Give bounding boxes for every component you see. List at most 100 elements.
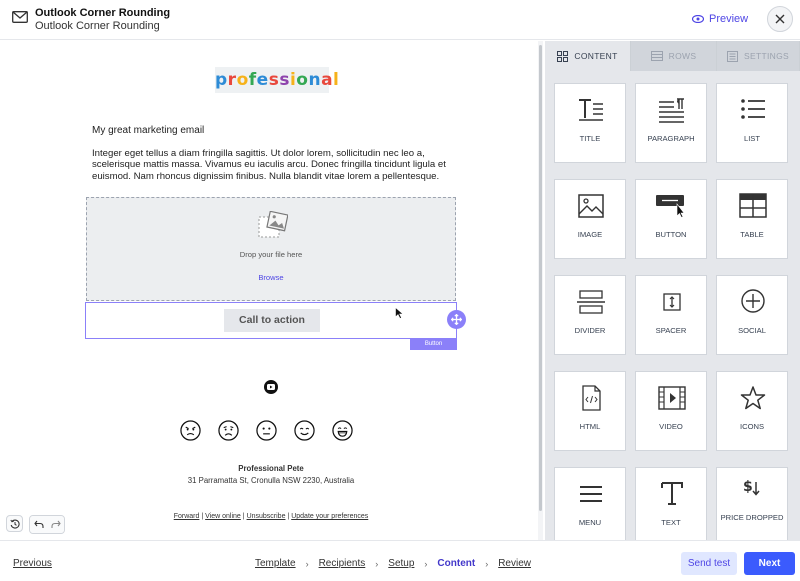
header-bar: Outlook Corner Rounding Outlook Corner R… [0, 0, 800, 40]
scrollbar-thumb[interactable] [539, 45, 542, 511]
settings-icon [727, 50, 739, 62]
tab-content-label: CONTENT [574, 51, 618, 61]
social-icon [741, 289, 765, 313]
tile-label: SPACER [655, 326, 687, 335]
tab-rows-label: ROWS [668, 51, 697, 61]
email-body-text[interactable]: Integer eget tellus a diam fringilla sag… [92, 148, 452, 182]
next-button[interactable]: Next [744, 552, 795, 575]
undo-icon [33, 520, 44, 528]
title-icon [579, 99, 603, 121]
email-heading[interactable]: My great marketing email [92, 125, 204, 136]
feedback-emojis [180, 420, 353, 441]
rows-icon [650, 51, 663, 61]
divider-icon [577, 290, 605, 314]
browse-link[interactable]: Browse [87, 273, 455, 282]
chevron-right-icon: › [424, 558, 428, 569]
text-icon [661, 482, 683, 505]
menu-icon [580, 486, 602, 502]
canvas-scrollbar[interactable] [538, 41, 543, 540]
chevron-right-icon: › [305, 558, 309, 569]
mouse-cursor-icon [395, 307, 404, 319]
step-recipients[interactable]: Recipients [319, 558, 366, 569]
view-online-link[interactable]: View online [205, 513, 241, 520]
move-arrows-icon [451, 314, 462, 325]
close-button[interactable] [767, 6, 793, 32]
history-controls [6, 515, 65, 534]
play-icon [267, 384, 275, 390]
brand-logo[interactable]: professional [215, 67, 339, 93]
email-canvas[interactable]: professional My great marketing email In… [0, 41, 538, 540]
tile-social[interactable]: SOCIAL [716, 275, 788, 355]
video-icon [658, 386, 686, 410]
tile-label: VIDEO [659, 422, 683, 431]
tile-label: BUTTON [655, 230, 687, 239]
tile-label: HTML [579, 422, 601, 431]
step-content[interactable]: Content [437, 558, 475, 569]
tile-divider[interactable]: DIVIDER [554, 275, 626, 355]
grid-icon [557, 50, 569, 62]
tile-label: PRICE DROPPED [720, 513, 784, 522]
tab-settings[interactable]: SETTINGS [717, 41, 800, 71]
signature-address: 31 Parramatta St, Cronulla NSW 2230, Aus… [187, 476, 355, 485]
update-preferences-link[interactable]: Update your preferences [291, 513, 368, 520]
tile-icons[interactable]: ICONS [716, 371, 788, 451]
tile-table[interactable]: TABLE [716, 179, 788, 259]
link-separator: | [287, 513, 290, 520]
drop-file-text: Drop your file here [239, 250, 303, 259]
call-to-action-button[interactable]: Call to action [224, 309, 320, 332]
image-drop-zone[interactable]: Drop your file here Browse [86, 197, 456, 301]
redo-button[interactable] [47, 516, 64, 533]
tile-button[interactable]: BUTTON [635, 179, 707, 259]
tab-rows[interactable]: ROWS [631, 41, 717, 71]
paragraph-icon [659, 98, 684, 123]
tile-spacer[interactable]: SPACER [635, 275, 707, 355]
tile-label: PARAGRAPH [647, 134, 695, 143]
html-icon [582, 385, 601, 411]
step-setup[interactable]: Setup [388, 558, 414, 569]
list-icon [741, 99, 765, 119]
angry-face-icon[interactable] [180, 420, 201, 441]
tile-title[interactable]: TITLE [554, 83, 626, 163]
move-handle[interactable] [447, 310, 466, 329]
tab-settings-label: SETTINGS [744, 51, 789, 61]
send-test-button[interactable]: Send test [681, 552, 737, 575]
tile-label: DIVIDER [574, 326, 606, 335]
tile-label: IMAGE [577, 230, 603, 239]
smiling-face-icon[interactable] [294, 420, 315, 441]
tile-menu[interactable]: MENU [554, 467, 626, 540]
step-review[interactable]: Review [498, 558, 531, 569]
tile-price-dropped[interactable]: $ PRICE DROPPED [716, 467, 788, 540]
previous-link[interactable]: Previous [13, 558, 52, 569]
content-tiles-grid: TITLE PARAGRAPH LIST IMAGE BUTTON TABLE … [554, 83, 788, 540]
close-icon [775, 14, 785, 24]
unsubscribe-link[interactable]: Unsubscribe [247, 513, 286, 520]
tile-list[interactable]: LIST [716, 83, 788, 163]
tile-label: LIST [743, 134, 761, 143]
tile-image[interactable]: IMAGE [554, 179, 626, 259]
tile-text[interactable]: TEXT [635, 467, 707, 540]
step-breadcrumb: Template › Recipients › Setup › Content … [255, 558, 531, 569]
preview-button[interactable]: Preview [692, 13, 748, 25]
tile-video[interactable]: VIDEO [635, 371, 707, 451]
forward-link[interactable]: Forward [174, 513, 200, 520]
tab-content[interactable]: CONTENT [545, 41, 631, 71]
signature-name: Professional Pete [238, 464, 304, 473]
tile-html[interactable]: HTML [554, 371, 626, 451]
step-template[interactable]: Template [255, 558, 296, 569]
redo-icon [50, 520, 61, 528]
table-icon [739, 193, 767, 218]
grinning-face-icon[interactable] [332, 420, 353, 441]
panel-tabs: CONTENT ROWS SETTINGS [545, 41, 800, 71]
tile-paragraph[interactable]: PARAGRAPH [635, 83, 707, 163]
tile-label: MENU [578, 518, 602, 527]
price-dropped-icon: $ [743, 479, 760, 496]
wizard-footer: Previous Template › Recipients › Setup ›… [0, 540, 800, 581]
undo-redo-group [29, 515, 65, 534]
campaign-title: Outlook Corner Rounding [35, 7, 171, 19]
history-button[interactable] [6, 515, 23, 532]
link-separator: | [201, 513, 204, 520]
youtube-icon[interactable] [264, 380, 278, 394]
sad-face-icon[interactable] [218, 420, 239, 441]
undo-button[interactable] [30, 516, 47, 533]
neutral-face-icon[interactable] [256, 420, 277, 441]
